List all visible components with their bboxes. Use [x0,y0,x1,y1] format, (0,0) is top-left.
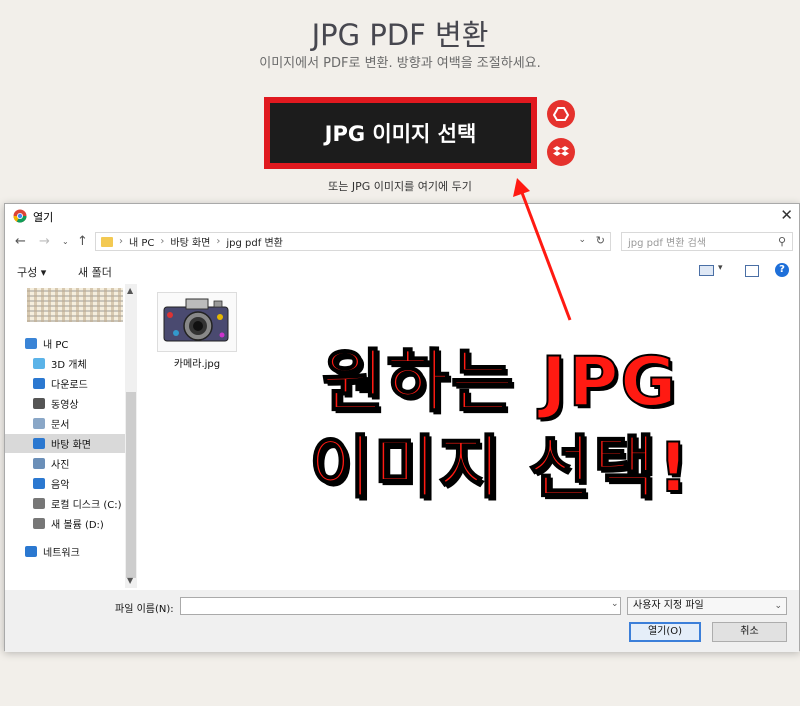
breadcrumb-separator-icon: › [119,236,123,247]
sidebar-item-label: 다운로드 [51,380,88,391]
dialog-footer: 파일 이름(N): ⌄ 사용자 지정 파일 ⌄ 열기(O) 취소 [5,590,799,652]
sidebar-item-label: 바탕 화면 [51,440,91,451]
drive-icon [33,498,45,509]
organize-button[interactable]: 구성 ▾ [17,264,46,280]
drop-hint: 또는 JPG 이미지를 여기에 두기 [328,180,472,193]
sidebar-item[interactable]: 사진 [5,454,125,473]
sidebar-item[interactable]: 다운로드 [5,374,125,393]
refresh-icon[interactable]: ↻ [596,234,605,247]
preview-pane-icon[interactable] [745,265,759,277]
chevron-down-icon: ⌄ [774,601,782,611]
sidebar-item-label: 네트워크 [43,548,80,559]
breadcrumb-separator-icon: › [216,236,221,247]
filename-label: 파일 이름(N): [115,604,174,615]
sidebar-item[interactable]: 음악 [5,474,125,493]
annotation-line-1: 원하는 JPG [321,342,679,423]
pc-icon [25,338,37,349]
sidebar-item-label: 문서 [51,420,70,431]
music-icon [33,478,45,489]
drive-icon [33,518,45,529]
open-button[interactable]: 열기(O) [629,622,701,642]
sidebar-item[interactable]: 로컬 디스크 (C:) [5,494,125,513]
recent-dropdown-icon[interactable]: ⌄ [62,237,69,246]
download-icon [33,378,45,389]
search-input[interactable]: jpg pdf 변환 검색 ⚲ [621,232,793,251]
sidebar-item[interactable]: 바탕 화면 [5,434,125,453]
scroll-down-icon[interactable]: ▼ [127,576,133,585]
file-type-select[interactable]: 사용자 지정 파일 ⌄ [627,597,787,615]
breadcrumb-separator-icon: › [160,236,165,247]
new-folder-button[interactable]: 새 폴더 [78,264,112,280]
chrome-icon [13,209,27,223]
filename-input[interactable] [180,597,621,615]
address-bar[interactable]: › 내 PC › 바탕 화면 › jpg pdf 변환 ⌄ ↻ [95,232,611,251]
scroll-up-icon[interactable]: ▲ [127,286,133,295]
sidebar-item[interactable]: 3D 개체 [5,354,125,373]
dropbox-button[interactable] [547,138,575,166]
picture-icon [33,458,45,469]
help-icon[interactable]: ? [775,263,789,277]
sidebar-item-label: 새 볼륨 (D:) [51,520,104,531]
select-button-highlight: JPG 이미지 선택 [264,97,537,169]
chevron-down-icon[interactable]: ⌄ [611,599,619,609]
breadcrumb-pc[interactable]: 내 PC [129,234,154,249]
sidebar-scrollbar[interactable]: ▲ ▼ [125,284,137,588]
navigation-bar: ← → ⌄ ↑ › 내 PC › 바탕 화면 › jpg pdf 변환 ⌄ ↻ … [5,230,799,254]
breadcrumb-desktop[interactable]: 바탕 화면 [170,234,210,249]
desktop-icon [33,438,45,449]
scrollbar-thumb[interactable] [126,392,136,578]
close-icon[interactable]: ✕ [780,206,793,224]
back-arrow-icon[interactable]: ← [15,234,26,249]
chevron-down-icon[interactable]: ⌄ [578,235,586,245]
chevron-down-icon[interactable]: ▾ [718,263,723,273]
search-icon: ⚲ [777,235,786,248]
sidebar-item[interactable]: 동영상 [5,394,125,413]
folder-icon [101,236,113,247]
cube-icon [33,358,45,369]
sidebar-item[interactable]: 내 PC [5,334,125,353]
page-subtitle: 이미지에서 PDF로 변환. 방향과 여백을 조절하세요. [259,56,541,71]
dropbox-icon [553,146,569,156]
document-icon [33,418,45,429]
sidebar-item-label: 내 PC [43,340,69,351]
annotation-line-2: 이미지 선택! [308,428,691,509]
select-jpg-button[interactable]: JPG 이미지 선택 [270,103,531,163]
sidebar-item[interactable]: 새 볼륨 (D:) [5,514,125,533]
search-placeholder: jpg pdf 변환 검색 [628,238,707,249]
google-drive-button[interactable] [547,100,575,128]
cancel-button[interactable]: 취소 [712,622,787,642]
sidebar-item-label: 3D 개체 [51,360,87,371]
navigation-pane: 내 PC 3D 개체다운로드동영상문서바탕 화면사진음악로컬 디스크 (C:) 새 … [5,284,137,588]
network-icon [25,546,37,557]
sidebar-item[interactable]: 문서 [5,414,125,433]
sidebar-item-label: 사진 [51,460,70,471]
command-bar: 구성 ▾ 새 폴더 ▾ ? [5,258,799,282]
dialog-titlebar: 열기 ✕ [5,204,799,228]
page-title: JPG PDF 변환 [311,18,489,52]
file-type-value: 사용자 지정 파일 [633,600,704,611]
sidebar-item[interactable]: 네트워크 [5,542,125,561]
video-icon [33,398,45,409]
sidebar-item-label: 음악 [51,480,70,491]
breadcrumb-folder[interactable]: jpg pdf 변환 [226,234,282,249]
sidebar-item-label: 동영상 [51,400,79,411]
sidebar-item-label: 로컬 디스크 (C:) [51,500,122,511]
google-drive-icon [553,107,569,121]
forward-arrow-icon[interactable]: → [39,234,50,249]
dialog-title: 열기 [33,211,54,224]
view-options-icon[interactable] [699,265,714,276]
up-arrow-icon[interactable]: ↑ [77,234,88,249]
blurred-quick-access [27,288,123,322]
